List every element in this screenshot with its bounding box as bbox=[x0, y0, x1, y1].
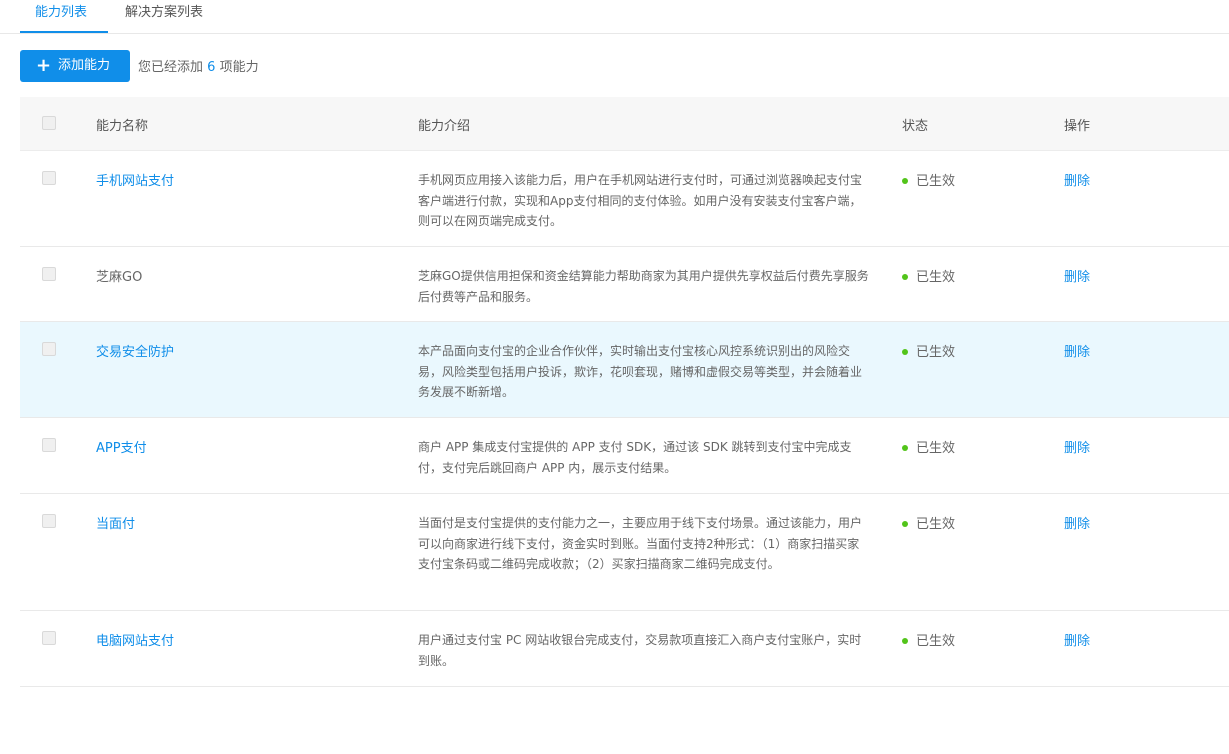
status-text: 已生效 bbox=[916, 441, 956, 456]
delete-link[interactable]: 删除 bbox=[1064, 266, 1090, 285]
row-checkbox[interactable] bbox=[42, 631, 56, 645]
table-row: APP支付 商户 APP 集成支付宝提供的 APP 支付 SDK，通过该 SDK… bbox=[20, 418, 1229, 494]
status-dot-icon bbox=[902, 273, 908, 280]
row-checkbox[interactable] bbox=[42, 438, 56, 452]
table-row: 手机网站支付 手机网页应用接入该能力后，用户在手机网站进行支付时，可通过浏览器唤… bbox=[20, 151, 1229, 247]
status-text: 已生效 bbox=[916, 517, 956, 532]
row-checkbox[interactable] bbox=[42, 267, 56, 281]
header-name: 能力名称 bbox=[96, 119, 149, 134]
row-checkbox[interactable] bbox=[42, 171, 56, 185]
add-ability-button[interactable]: + 添加能力 bbox=[20, 50, 130, 82]
add-ability-button-label: 添加能力 bbox=[58, 58, 111, 73]
status-text: 已生效 bbox=[916, 634, 956, 649]
row-checkbox[interactable] bbox=[42, 342, 56, 356]
delete-link[interactable]: 删除 bbox=[1064, 341, 1090, 360]
ability-table: 能力名称 能力介绍 状态 操作 手机网站支付 手机网页应用接入该能力后，用户在手… bbox=[20, 97, 1229, 687]
status-cell: 已生效 bbox=[902, 170, 955, 189]
plus-icon: + bbox=[36, 55, 52, 76]
delete-link[interactable]: 删除 bbox=[1064, 170, 1090, 189]
status-text: 已生效 bbox=[916, 270, 956, 285]
ability-desc: 当面付是支付宝提供的支付能力之一，主要应用于线下支付场景。通过该能力，用户可以向… bbox=[418, 516, 863, 571]
status-dot-icon bbox=[902, 348, 908, 355]
ability-name-link[interactable]: 当面付 bbox=[96, 513, 135, 532]
table-row: 当面付 当面付是支付宝提供的支付能力之一，主要应用于线下支付场景。通过该能力，用… bbox=[20, 494, 1229, 611]
status-text: 已生效 bbox=[916, 174, 956, 189]
tab-solution-list[interactable]: 解决方案列表 bbox=[125, 0, 203, 33]
status-cell: 已生效 bbox=[902, 437, 955, 456]
tab-bar: 能力列表 解决方案列表 bbox=[0, 0, 1229, 34]
ability-desc: 本产品面向支付宝的企业合作伙伴，实时输出支付宝核心风控系统识别出的风险交易，风险… bbox=[418, 344, 863, 399]
count-value: 6 bbox=[207, 60, 216, 75]
ability-desc: 芝麻GO提供信用担保和资金结算能力帮助商家为其用户提供先享权益后付费先享服务后付… bbox=[418, 269, 869, 304]
status-dot-icon bbox=[902, 177, 908, 184]
row-checkbox[interactable] bbox=[42, 514, 56, 528]
header-desc: 能力介绍 bbox=[418, 119, 471, 134]
header-status: 状态 bbox=[902, 119, 929, 134]
table-row: 电脑网站支付 用户通过支付宝 PC 网站收银台完成支付，交易款项直接汇入商户支付… bbox=[20, 611, 1229, 687]
ability-name-link[interactable]: 电脑网站支付 bbox=[96, 630, 174, 649]
status-cell: 已生效 bbox=[902, 266, 955, 285]
ability-name-link[interactable]: 交易安全防护 bbox=[96, 341, 174, 360]
delete-link[interactable]: 删除 bbox=[1064, 513, 1090, 532]
status-dot-icon bbox=[902, 444, 908, 451]
status-cell: 已生效 bbox=[902, 341, 955, 360]
ability-name-link[interactable]: 手机网站支付 bbox=[96, 170, 174, 189]
tab-ability-list[interactable]: 能力列表 bbox=[20, 0, 108, 33]
status-cell: 已生效 bbox=[902, 513, 955, 532]
header-op: 操作 bbox=[1064, 119, 1091, 134]
select-all-checkbox[interactable] bbox=[42, 116, 56, 130]
delete-link[interactable]: 删除 bbox=[1064, 630, 1090, 649]
ability-desc: 用户通过支付宝 PC 网站收银台完成支付，交易款项直接汇入商户支付宝账户，实时到… bbox=[418, 633, 862, 668]
ability-desc: 商户 APP 集成支付宝提供的 APP 支付 SDK，通过该 SDK 跳转到支付… bbox=[418, 440, 852, 475]
count-suffix: 项能力 bbox=[219, 60, 259, 75]
ability-name: 芝麻GO bbox=[96, 270, 143, 285]
table-header: 能力名称 能力介绍 状态 操作 bbox=[20, 97, 1229, 151]
status-text: 已生效 bbox=[916, 345, 956, 360]
status-cell: 已生效 bbox=[902, 630, 955, 649]
ability-desc: 手机网页应用接入该能力后，用户在手机网站进行支付时，可通过浏览器唤起支付宝客户端… bbox=[418, 173, 863, 228]
table-row: 交易安全防护 本产品面向支付宝的企业合作伙伴，实时输出支付宝核心风控系统识别出的… bbox=[20, 322, 1229, 418]
status-dot-icon bbox=[902, 520, 908, 527]
ability-name-link[interactable]: APP支付 bbox=[96, 437, 147, 456]
ability-count-text: 您已经添加 6 项能力 bbox=[138, 56, 259, 75]
count-prefix: 您已经添加 bbox=[138, 60, 204, 75]
table-row: 芝麻GO 芝麻GO提供信用担保和资金结算能力帮助商家为其用户提供先享权益后付费先… bbox=[20, 247, 1229, 322]
status-dot-icon bbox=[902, 637, 908, 644]
delete-link[interactable]: 删除 bbox=[1064, 437, 1090, 456]
